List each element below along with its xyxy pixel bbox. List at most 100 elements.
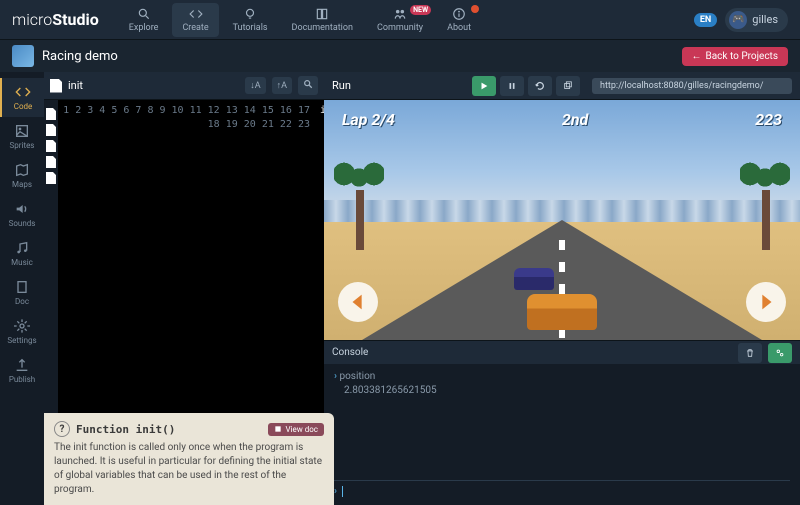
console-input-echo: position [339,371,375,382]
sort-desc-button[interactable]: ↑A [272,77,292,94]
nav-tutorials[interactable]: Tutorials [223,3,278,37]
nav-community[interactable]: CommunityNEW [367,3,433,37]
search-icon [303,79,313,89]
logo: microStudio [12,10,99,29]
window-icon [563,81,573,91]
player-car [527,294,597,330]
console-settings-button[interactable] [768,343,792,363]
reload-icon [535,81,545,91]
play-button[interactable] [472,76,496,96]
run-bar: Run http://localhost:8080/gilles/racingd… [324,72,800,100]
book-icon [315,7,329,21]
help-body: The init function is called only once wh… [54,441,324,497]
sidebar-doc[interactable]: Doc [0,273,44,312]
file-icon[interactable] [46,108,56,120]
code-icon [189,7,203,21]
language-selector[interactable]: EN [694,13,717,27]
nav-items: Explore Create Tutorials Documentation C… [119,3,694,37]
hud-score: 223 [755,110,782,129]
people-icon [393,7,407,21]
ai-car [514,268,554,290]
user-menu[interactable]: 🎮 gilles [725,8,788,32]
console-cursor [339,486,342,497]
notification-dot [471,5,479,13]
play-icon [479,81,489,91]
project-icon [12,45,34,67]
sound-icon [14,201,30,217]
nav-create[interactable]: Create [172,3,218,37]
sidebar-publish[interactable]: Publish [0,351,44,390]
sidebar-settings[interactable]: Settings [0,312,44,351]
project-bar: Racing demo ←Back to Projects [0,40,800,72]
info-icon [452,7,466,21]
sidebar-code[interactable]: Code [0,78,44,117]
game-view[interactable]: Lap 2/4 2nd 223 [324,100,800,340]
hud-lap: Lap 2/4 [342,110,395,129]
top-right: EN 🎮 gilles [694,8,788,32]
nav-about[interactable]: About [437,3,481,37]
pause-icon [507,81,517,91]
sidebar-maps[interactable]: Maps [0,156,44,195]
book-icon [274,425,282,433]
file-icon[interactable] [46,140,56,152]
sidebar-music[interactable]: Music [0,234,44,273]
view-doc-button[interactable]: View doc [268,423,324,436]
search-button[interactable] [298,76,318,95]
nav-documentation[interactable]: Documentation [282,3,363,37]
map-icon [14,162,30,178]
file-icon [50,79,62,93]
file-bar: init ↓A ↑A [44,72,324,100]
gears-icon [775,348,785,358]
help-panel: ? Function init() View doc The init func… [44,413,334,505]
music-icon [14,240,30,256]
hud: Lap 2/4 2nd 223 [324,110,800,129]
upload-icon [14,357,30,373]
help-icon: ? [54,421,70,437]
help-title: Function init() [76,423,262,436]
gear-icon [14,318,30,334]
arrow-right-icon [755,291,777,313]
url-bar[interactable]: http://localhost:8080/gilles/racingdemo/ [592,78,792,94]
reload-button[interactable] [528,76,552,96]
run-pane: Run http://localhost:8080/gilles/racingd… [324,72,800,505]
lightbulb-icon [243,7,257,21]
main: Code Sprites Maps Sounds Music Doc Setti… [0,72,800,505]
console-output: 2.803381265621505 [334,384,790,398]
file-name: init [68,79,239,92]
search-icon [137,7,151,21]
project-info: Racing demo [12,45,118,67]
console-label: Console [332,347,368,358]
back-to-projects-button[interactable]: ←Back to Projects [682,47,788,66]
nav-explore[interactable]: Explore [119,3,169,37]
arrow-left-icon [347,291,369,313]
doc-icon [14,279,30,295]
top-nav: microStudio Explore Create Tutorials Doc… [0,0,800,40]
sort-asc-button[interactable]: ↓A [245,77,265,94]
user-avatar-icon: 🎮 [729,11,747,29]
content: init ↓A ↑A 1 2 3 4 5 6 7 8 9 10 11 12 13… [44,72,800,505]
steer-left-button[interactable] [338,282,378,322]
console-bar: Console [324,340,800,364]
console-body[interactable]: › position 2.803381265621505 › [324,364,800,505]
sidebar-sprites[interactable]: Sprites [0,117,44,156]
new-badge: NEW [410,5,431,15]
editor-pane: init ↓A ↑A 1 2 3 4 5 6 7 8 9 10 11 12 13… [44,72,324,505]
username: gilles [752,13,778,26]
clear-console-button[interactable] [738,343,762,363]
run-label: Run [332,79,351,92]
arrow-left-icon: ← [692,51,702,62]
file-icon[interactable] [46,156,56,168]
sidebar-sounds[interactable]: Sounds [0,195,44,234]
file-icon[interactable] [46,172,56,184]
sidebar: Code Sprites Maps Sounds Music Doc Setti… [0,72,44,505]
trash-icon [745,348,755,358]
pause-button[interactable] [500,76,524,96]
hud-position: 2nd [562,110,588,129]
image-icon [14,123,30,139]
file-icon[interactable] [46,124,56,136]
code-icon [15,84,31,100]
project-name: Racing demo [42,49,118,64]
detach-button[interactable] [556,76,580,96]
steer-right-button[interactable] [746,282,786,322]
mountains [324,200,800,222]
